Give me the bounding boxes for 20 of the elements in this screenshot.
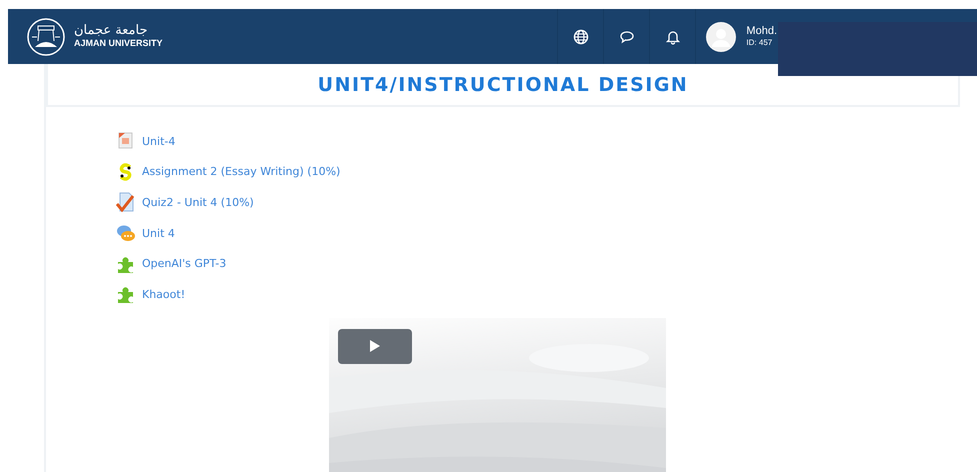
section-title: UNIT4/INSTRUCTIONAL DESIGN bbox=[318, 74, 688, 96]
globe-icon bbox=[572, 28, 589, 44]
activity-link[interactable]: Assignment 2 (Essay Writing) (10%) bbox=[142, 165, 340, 178]
user-id: ID: 457 bbox=[746, 38, 774, 48]
activity-link[interactable]: Unit-4 bbox=[142, 134, 176, 148]
avatar-icon[interactable] bbox=[706, 22, 736, 52]
bell-icon bbox=[664, 28, 681, 44]
chat-bubbles-icon bbox=[116, 223, 136, 244]
activity-link[interactable]: Unit 4 bbox=[142, 226, 175, 240]
play-icon bbox=[370, 340, 380, 352]
play-button[interactable] bbox=[338, 328, 412, 364]
logo-text: AJMAN UNIVERSITY bbox=[74, 38, 163, 49]
checkmark-icon bbox=[116, 192, 136, 212]
activity-link[interactable]: Quiz2 - Unit 4 (10%) bbox=[142, 196, 254, 209]
speech-bubble-icon bbox=[618, 28, 635, 44]
logo-text: جامعة عجمان bbox=[74, 24, 149, 39]
activity-link[interactable]: OpenAI's GPT-3 bbox=[142, 257, 226, 270]
activity-link[interactable]: Khaoot! bbox=[142, 288, 186, 301]
user-name: Mohd. bbox=[746, 25, 777, 38]
university-logo-icon[interactable] bbox=[26, 16, 66, 56]
